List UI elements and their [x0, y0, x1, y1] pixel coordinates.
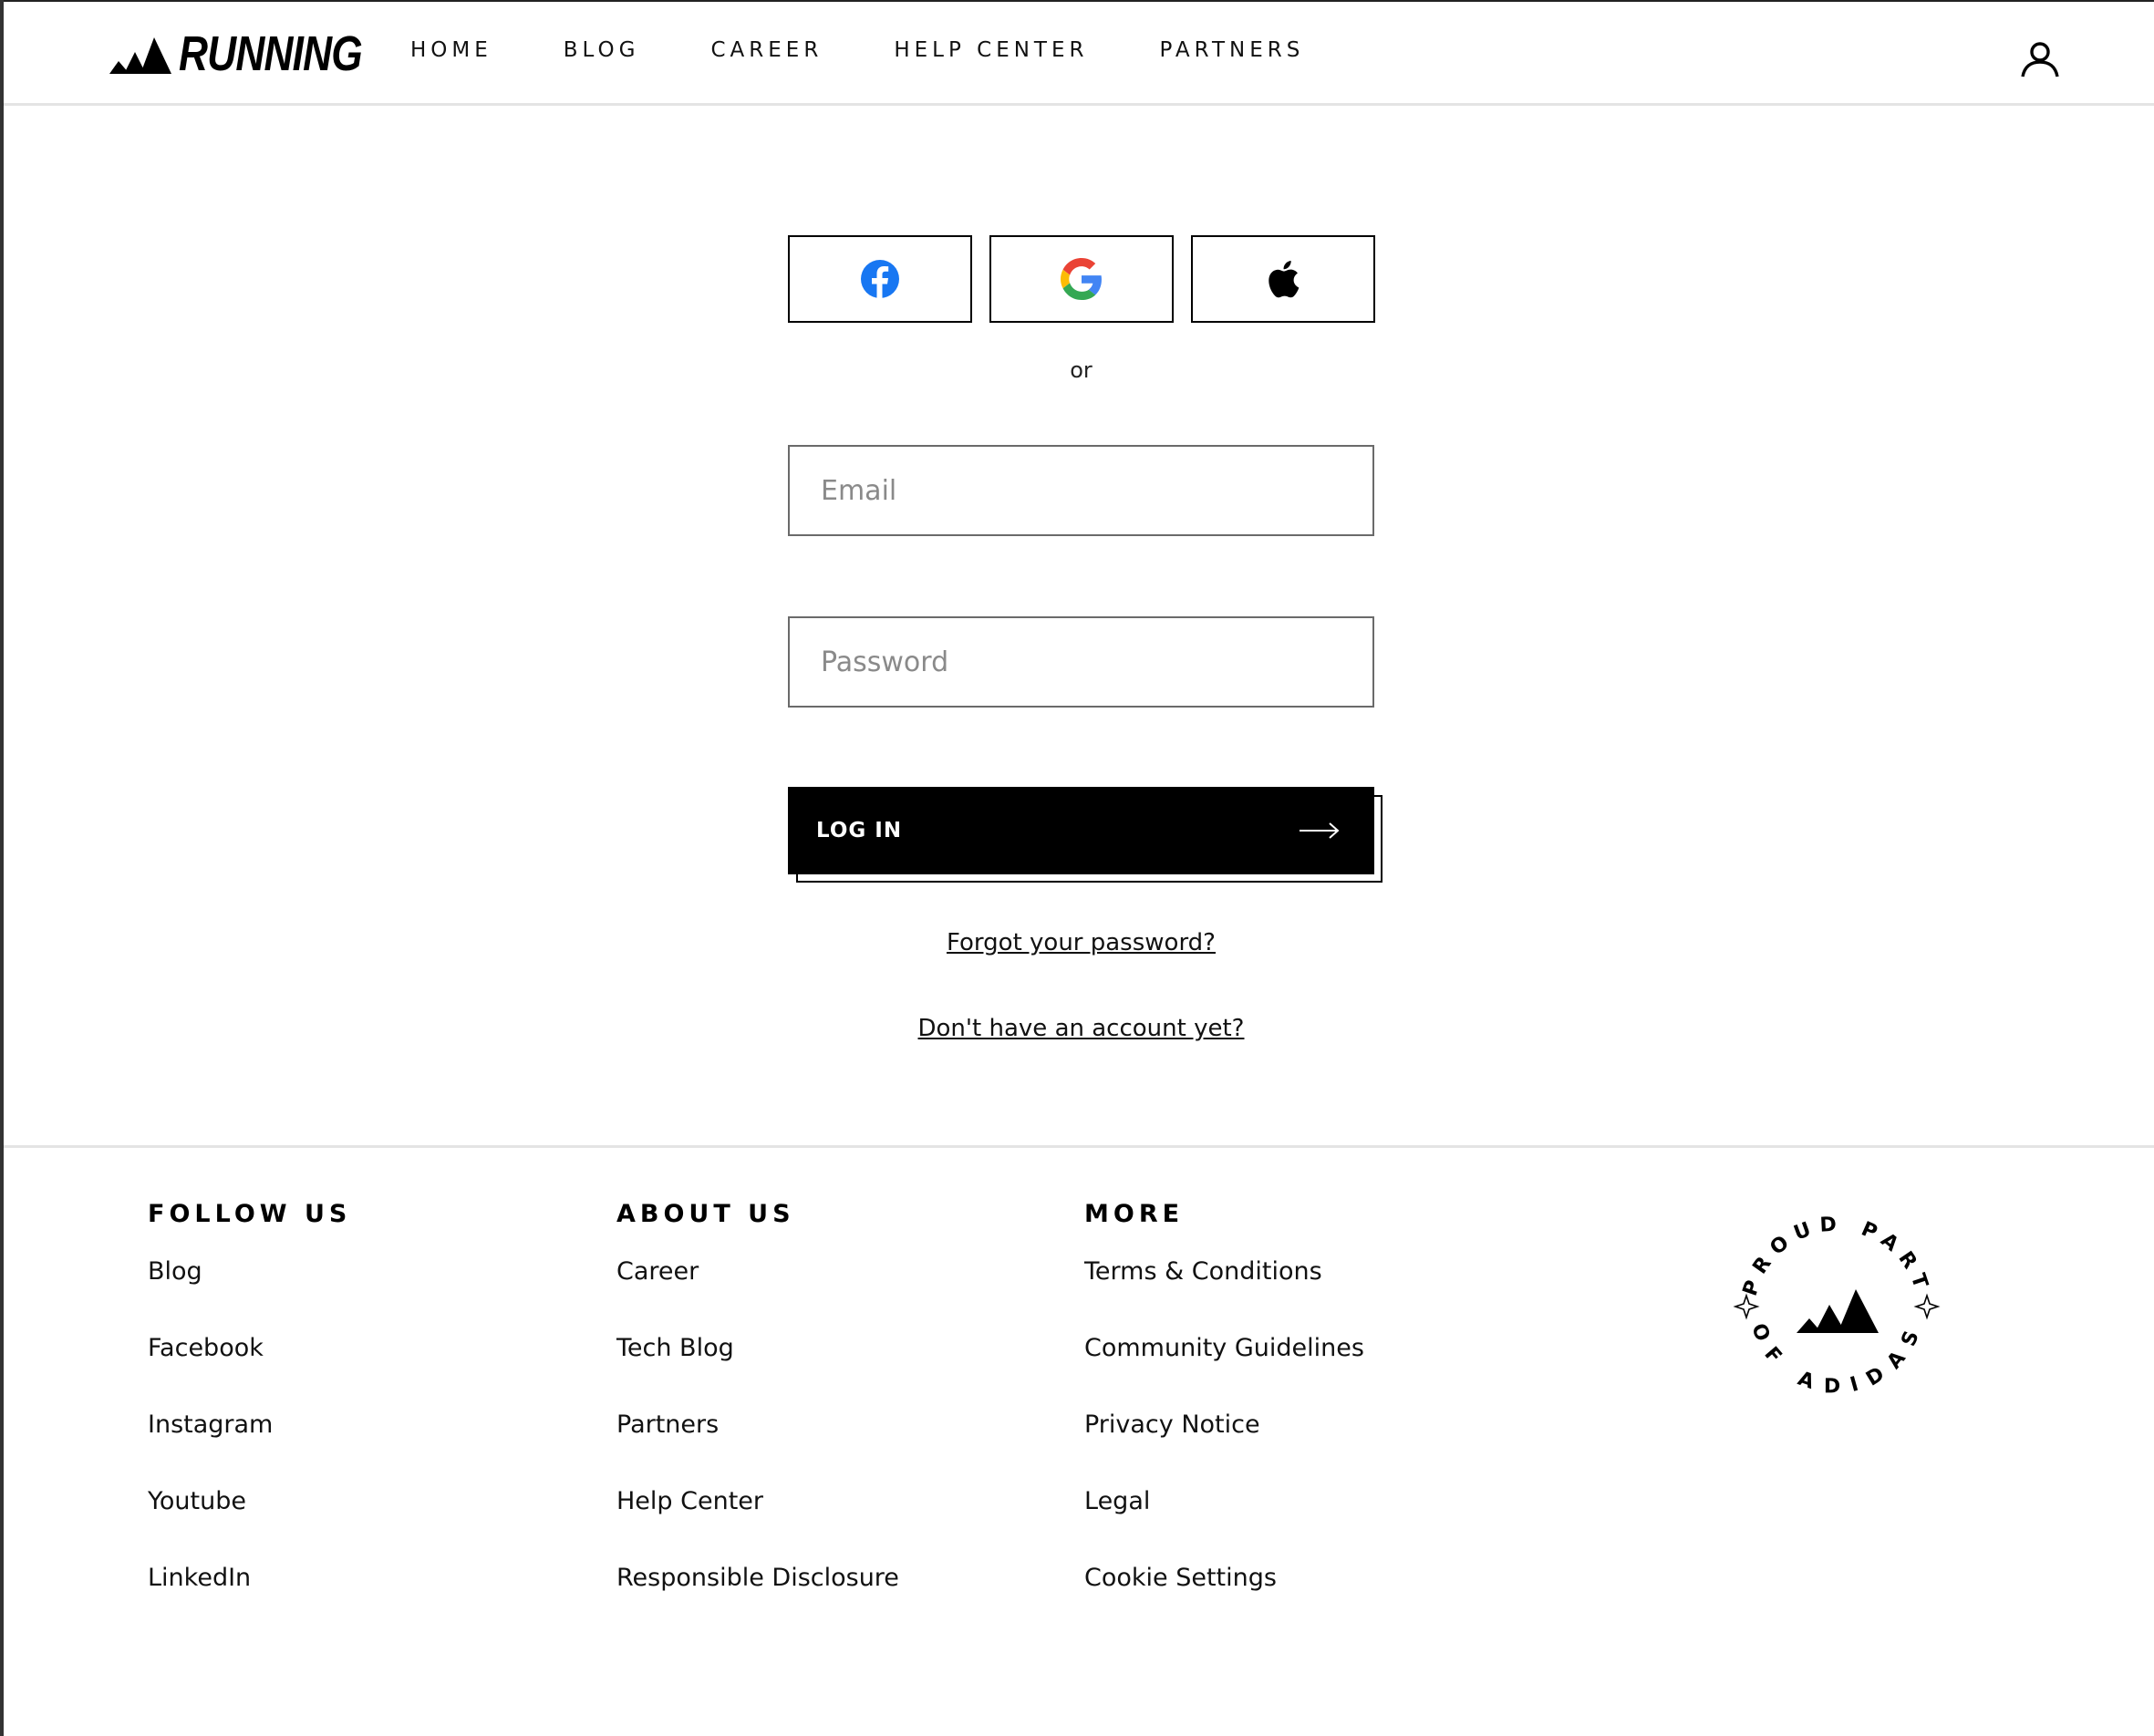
footer-link-legal[interactable]: Legal: [1084, 1487, 1364, 1564]
footer-link-community-guidelines[interactable]: Community Guidelines: [1084, 1334, 1364, 1410]
sparkle-right-icon: [1913, 1293, 1941, 1320]
footer-link-terms[interactable]: Terms & Conditions: [1084, 1257, 1364, 1334]
footer-about-column: ABOUT US Career Tech Blog Partners Help …: [616, 1200, 899, 1640]
running-logo[interactable]: RUNNING: [109, 26, 402, 81]
logo-text: RUNNING: [179, 26, 363, 81]
forgot-password-link[interactable]: Forgot your password?: [788, 929, 1374, 956]
sparkle-left-icon: [1733, 1293, 1760, 1320]
footer-link-help-center[interactable]: Help Center: [616, 1487, 899, 1564]
facebook-login-button[interactable]: [788, 235, 972, 323]
apple-login-button[interactable]: [1191, 235, 1375, 323]
facebook-icon: [861, 260, 899, 299]
footer-link-facebook[interactable]: Facebook: [148, 1334, 351, 1410]
footer-link-cookie-settings[interactable]: Cookie Settings: [1084, 1564, 1364, 1640]
signup-link[interactable]: Don't have an account yet?: [788, 1015, 1374, 1042]
footer-about-title: ABOUT US: [616, 1200, 795, 1228]
google-icon: [1061, 258, 1102, 300]
google-login-button[interactable]: [989, 235, 1174, 323]
main-nav: HOME BLOG CAREER HELP CENTER PARTNERS: [410, 38, 1375, 62]
nav-blog[interactable]: BLOG: [564, 38, 640, 62]
footer-more-column: MORE Terms & Conditions Community Guidel…: [1084, 1200, 1364, 1640]
email-field[interactable]: [788, 445, 1374, 536]
footer-link-privacy-notice[interactable]: Privacy Notice: [1084, 1410, 1364, 1487]
nav-help-center[interactable]: HELP CENTER: [894, 38, 1088, 62]
login-button-label: LOG IN: [816, 819, 903, 842]
footer-follow-title: FOLLOW US: [148, 1200, 352, 1228]
arrow-right-icon: [1300, 822, 1340, 839]
or-separator: or: [1070, 357, 1093, 383]
footer-link-linkedin[interactable]: LinkedIn: [148, 1564, 351, 1640]
apple-icon: [1269, 261, 1300, 298]
footer-link-responsible-disclosure[interactable]: Responsible Disclosure: [616, 1564, 899, 1640]
footer-link-partners[interactable]: Partners: [616, 1410, 899, 1487]
nav-career[interactable]: CAREER: [710, 38, 823, 62]
proud-part-of-adidas-badge: PROUD PART OF ADIDAS: [1733, 1213, 1941, 1399]
footer-link-youtube[interactable]: Youtube: [148, 1487, 351, 1564]
nav-home[interactable]: HOME: [410, 38, 492, 62]
footer-link-tech-blog[interactable]: Tech Blog: [616, 1334, 899, 1410]
footer-follow-column: FOLLOW US Blog Facebook Instagram Youtub…: [148, 1200, 351, 1640]
footer-divider: [4, 1145, 2154, 1148]
footer-link-instagram[interactable]: Instagram: [148, 1410, 351, 1487]
login-button[interactable]: LOG IN: [788, 787, 1374, 874]
adidas-badge-logo-icon: [1797, 1289, 1879, 1333]
login-page: RUNNING HOME BLOG CAREER HELP CENTER PAR…: [0, 0, 2154, 1736]
top-header: RUNNING HOME BLOG CAREER HELP CENTER PAR…: [4, 0, 2154, 106]
footer-more-title: MORE: [1084, 1200, 1185, 1228]
social-login-row: [788, 235, 1375, 323]
svg-text:PROUD PART: PROUD PART: [1739, 1213, 1934, 1298]
footer-link-blog[interactable]: Blog: [148, 1257, 351, 1334]
password-field[interactable]: [788, 616, 1374, 708]
adidas-logo-icon: [109, 37, 171, 74]
nav-partners[interactable]: PARTNERS: [1160, 38, 1305, 62]
user-account-icon[interactable]: [2019, 38, 2061, 80]
footer-link-career[interactable]: Career: [616, 1257, 899, 1334]
